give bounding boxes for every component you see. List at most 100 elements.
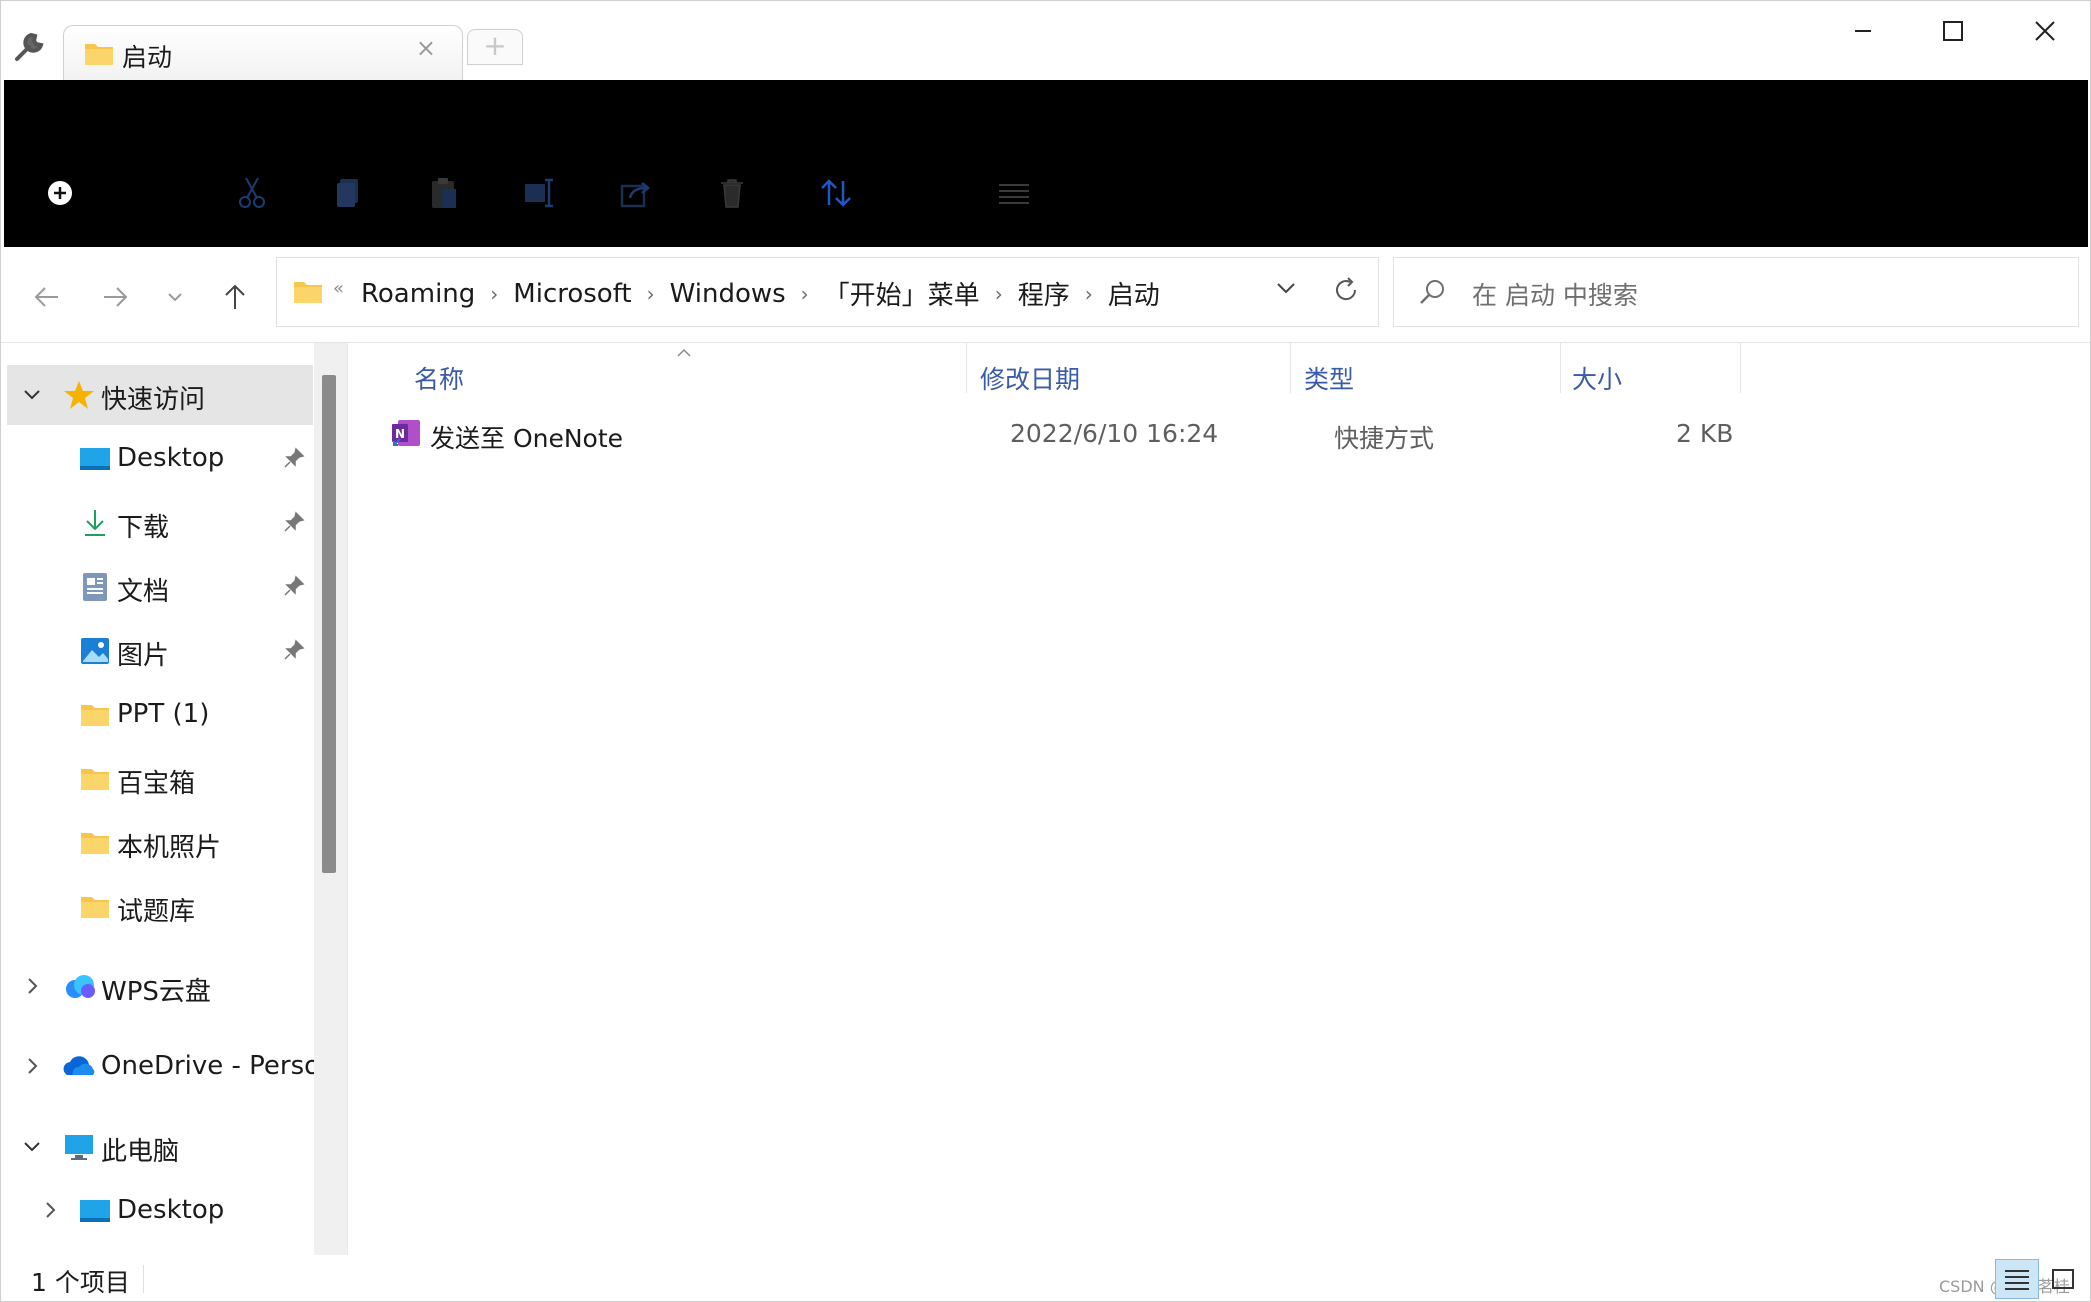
large-icons-view-button[interactable]: [2041, 1259, 2085, 1299]
download-icon: [79, 507, 111, 539]
column-divider[interactable]: [1560, 343, 1561, 393]
search-icon: [1418, 278, 1446, 310]
refresh-icon[interactable]: [1332, 276, 1360, 308]
sidebar-item-label: 此电脑: [101, 1137, 180, 1167]
paste-icon[interactable]: [424, 173, 464, 213]
sidebar-item-onedrive[interactable]: OneDrive - Person: [7, 1037, 337, 1097]
new-tab-button[interactable]: +: [467, 29, 523, 65]
sidebar-item-pc-desktop[interactable]: Desktop: [7, 1181, 313, 1241]
chevron-down-icon[interactable]: [1274, 276, 1298, 304]
copy-icon[interactable]: [328, 173, 368, 213]
tab-close-icon[interactable]: ×: [416, 34, 436, 62]
scrollbar-thumb[interactable]: [322, 375, 336, 873]
pin-icon[interactable]: [283, 575, 305, 601]
column-divider[interactable]: [1290, 343, 1291, 393]
star-icon: [63, 379, 95, 411]
sidebar-item-documents[interactable]: 文档: [7, 557, 313, 617]
sidebar-item-label: 快速访问: [101, 385, 206, 415]
onenote-icon: N: [390, 417, 422, 455]
sidebar-scrollbar[interactable]: [314, 343, 347, 1255]
breadcrumb-separator[interactable]: ›: [980, 282, 1018, 306]
sidebar-item-pictures[interactable]: 图片: [7, 621, 313, 681]
pin-icon[interactable]: [283, 511, 305, 537]
sidebar-item-question-bank[interactable]: 试题库: [7, 877, 313, 937]
breadcrumb-separator[interactable]: ›: [1070, 282, 1108, 306]
command-toolbar: [4, 80, 2088, 247]
breadcrumb-start-menu[interactable]: 「开始」菜单: [824, 275, 980, 312]
minimize-button[interactable]: [1833, 11, 1893, 51]
back-button[interactable]: [27, 277, 67, 317]
sidebar-item-ppt[interactable]: PPT (1): [7, 685, 313, 745]
folder-icon: [84, 40, 114, 70]
sidebar-item-desktop[interactable]: Desktop: [7, 429, 313, 489]
sidebar-item-label: PPT (1): [117, 699, 210, 729]
overflow-chevron[interactable]: «: [333, 278, 344, 299]
sidebar-item-quick-access[interactable]: 快速访问: [7, 365, 313, 425]
column-header-name[interactable]: 名称: [414, 353, 464, 403]
up-button[interactable]: [215, 277, 255, 317]
breadcrumb-startup[interactable]: 启动: [1108, 275, 1160, 312]
sidebar-item-label: 百宝箱: [117, 769, 196, 799]
view-icon[interactable]: [994, 173, 1034, 213]
table-row[interactable]: N 发送至 OneNote 2022/6/10 16:24 快捷方式 2 KB: [378, 409, 2078, 459]
chevron-down-icon[interactable]: [21, 383, 43, 409]
sidebar-item-local-photos[interactable]: 本机照片: [7, 813, 313, 873]
sidebar-item-wps-cloud[interactable]: WPS云盘: [7, 957, 313, 1017]
details-view-button[interactable]: [1995, 1259, 2039, 1299]
sidebar-item-label: Desktop: [117, 443, 225, 473]
folder-icon: [293, 278, 323, 308]
sort-icon[interactable]: [816, 173, 856, 213]
chevron-right-icon[interactable]: [39, 1199, 61, 1225]
share-icon[interactable]: [616, 173, 656, 213]
status-divider: [143, 1265, 144, 1293]
chevron-down-icon[interactable]: [21, 1135, 43, 1161]
delete-icon[interactable]: [712, 173, 752, 213]
picture-icon: [79, 635, 111, 667]
search-input[interactable]: 在 启动 中搜索: [1472, 276, 1638, 312]
rename-icon[interactable]: [520, 173, 560, 213]
maximize-button[interactable]: [1923, 11, 1983, 51]
pin-icon[interactable]: [283, 447, 305, 473]
close-button[interactable]: [2015, 11, 2075, 51]
chevron-right-icon[interactable]: [21, 1055, 43, 1081]
chevron-right-icon[interactable]: [21, 975, 43, 1001]
cut-icon[interactable]: [232, 173, 272, 213]
breadcrumb-separator[interactable]: ›: [632, 282, 670, 306]
sidebar-item-label: WPS云盘: [101, 977, 211, 1007]
wrench-icon[interactable]: [11, 31, 45, 65]
document-icon: [79, 571, 111, 603]
breadcrumb-microsoft[interactable]: Microsoft: [513, 279, 631, 309]
file-explorer-window: 启动 × + « Roaming › Microsoft › Windows ›…: [0, 0, 2091, 1302]
title-bar: 启动 × +: [1, 1, 2090, 80]
column-header-type[interactable]: 类型: [1304, 353, 1354, 403]
sidebar-item-downloads[interactable]: 下载: [7, 493, 313, 553]
recent-locations-button[interactable]: [155, 277, 195, 317]
file-name[interactable]: 发送至 OneNote: [430, 419, 623, 455]
sidebar-item-label: 图片: [117, 641, 170, 671]
sidebar-item-label: OneDrive - Person: [101, 1051, 337, 1081]
wps-cloud-icon: [63, 971, 95, 1003]
new-item-icon[interactable]: [40, 173, 80, 213]
computer-icon: [63, 1131, 95, 1163]
sidebar-item-baibaoxiang[interactable]: 百宝箱: [7, 749, 313, 809]
breadcrumb-separator[interactable]: ›: [475, 282, 513, 306]
file-date: 2022/6/10 16:24: [1010, 419, 1219, 448]
folder-icon: [79, 763, 111, 795]
column-header-date[interactable]: 修改日期: [980, 353, 1080, 403]
search-box[interactable]: 在 启动 中搜索: [1393, 257, 2079, 327]
breadcrumb: Roaming › Microsoft › Windows › 「开始」菜单 ›…: [361, 275, 1160, 312]
breadcrumb-separator[interactable]: ›: [786, 282, 824, 306]
breadcrumb-roaming[interactable]: Roaming: [361, 279, 475, 309]
forward-button[interactable]: [95, 277, 135, 317]
column-divider[interactable]: [1740, 343, 1741, 393]
sidebar-item-this-pc[interactable]: 此电脑: [7, 1117, 313, 1177]
column-header-size[interactable]: 大小: [1572, 353, 1622, 403]
sidebar-item-label: Desktop: [117, 1195, 225, 1225]
address-bar[interactable]: « Roaming › Microsoft › Windows › 「开始」菜单…: [276, 257, 1379, 327]
status-bar: 1 个项目 CSDN @苍苏茗桂: [1, 1255, 2090, 1301]
breadcrumb-programs[interactable]: 程序: [1018, 275, 1070, 312]
tab-startup[interactable]: 启动 ×: [63, 25, 463, 80]
breadcrumb-windows[interactable]: Windows: [670, 279, 786, 309]
pin-icon[interactable]: [283, 639, 305, 665]
column-divider[interactable]: [966, 343, 967, 393]
